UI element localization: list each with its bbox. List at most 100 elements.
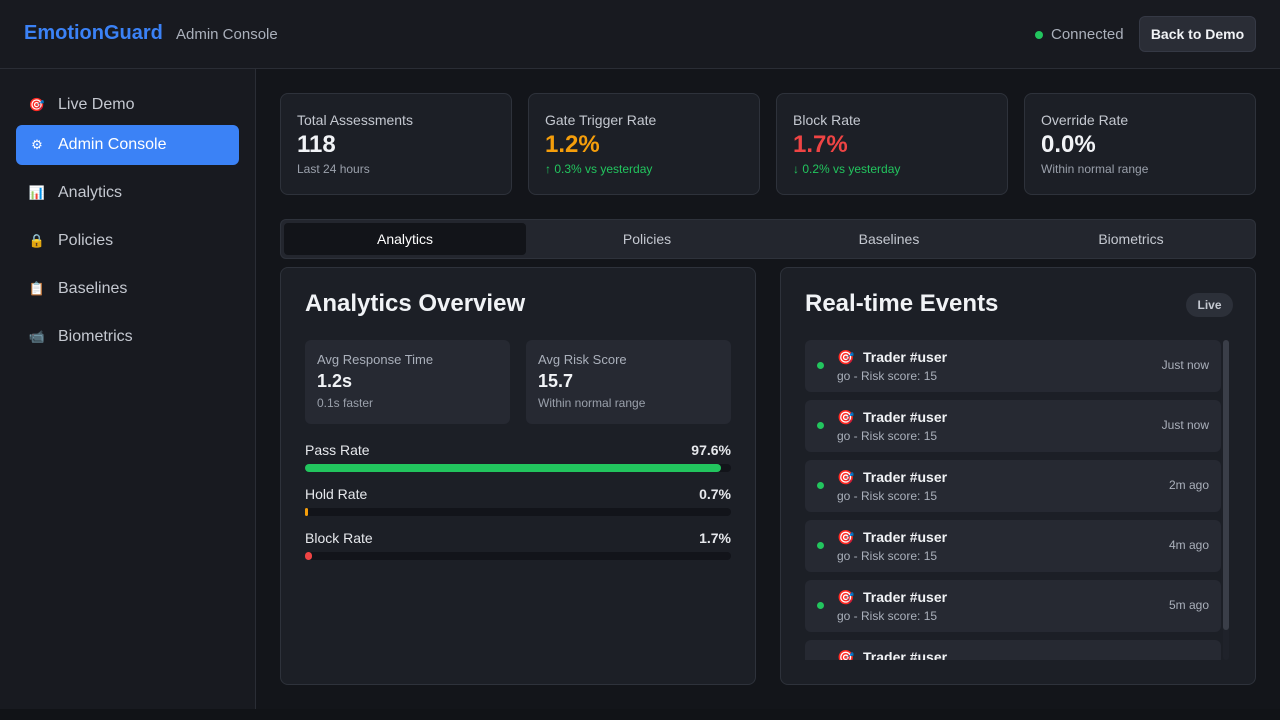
tab-policies[interactable]: Policies (526, 223, 768, 255)
stat-label: Override Rate (1041, 112, 1129, 128)
sidebar-item-baselines[interactable]: 📋 Baselines (16, 269, 239, 309)
rate-label: Block Rate (305, 530, 373, 546)
lock-icon: 🔒 (28, 233, 46, 248)
event-detail: go - Risk score: 15 (837, 549, 938, 563)
status-dot-icon (817, 362, 824, 369)
stat-value: 1.7% (793, 131, 848, 158)
list-item[interactable]: 🎯 Trader #user go - Risk score: 15 Just … (805, 400, 1221, 452)
bottom-strip (0, 709, 1280, 720)
event-detail: go - Risk score: 15 (837, 489, 938, 503)
stat-sub: ↑ 0.3% vs yesterday (545, 162, 653, 176)
target-icon: 🎯 (837, 469, 855, 485)
sidebar-item-label: Live Demo (58, 96, 135, 113)
events-list[interactable]: 🎯 Trader #user go - Risk score: 15 Just … (805, 340, 1231, 660)
sidebar-item-label: Biometrics (58, 328, 133, 345)
target-icon: 🎯 (837, 589, 855, 605)
top-bar: EmotionGuard Admin Console Connected Bac… (0, 0, 1280, 69)
stat-card-total-assessments: Total Assessments 118 Last 24 hours (280, 93, 512, 195)
list-item[interactable]: 🎯 Trader #user go - Risk score: 15 Just … (805, 340, 1221, 392)
event-detail: go - Risk score: 15 (837, 369, 938, 383)
panel-title: Analytics Overview (305, 290, 526, 317)
mini-value: 15.7 (538, 371, 574, 391)
sidebar-item-policies[interactable]: 🔒 Policies (16, 221, 239, 261)
sidebar-item-live-demo[interactable]: 🎯 Live Demo (16, 85, 239, 125)
stat-label: Block Rate (793, 112, 861, 128)
event-title: Trader #user (863, 409, 948, 425)
status-dot-icon (817, 602, 824, 609)
stat-sub: Last 24 hours (297, 162, 370, 176)
stat-sub: Within normal range (1041, 162, 1149, 176)
target-icon: 🎯 (837, 409, 855, 425)
event-time: 5m ago (1168, 598, 1209, 612)
stat-card-block-rate: Block Rate 1.7% ↓ 0.2% vs yesterday (776, 93, 1008, 195)
event-time: 2m ago (1168, 478, 1209, 492)
event-title: Trader #user (863, 349, 948, 365)
pass-rate-row: Pass Rate 97.6% (305, 442, 731, 472)
brand-logo[interactable]: EmotionGuard (24, 22, 163, 45)
block-rate-fill (305, 552, 313, 560)
event-time: Just now (1161, 358, 1209, 372)
tab-biometrics[interactable]: Biometrics (1010, 223, 1252, 255)
rate-label: Hold Rate (305, 486, 368, 502)
mini-label: Avg Risk Score (538, 352, 627, 367)
connection-status-label: Connected (1051, 26, 1124, 43)
status-dot-icon (817, 482, 824, 489)
events-scrollbar[interactable] (1223, 340, 1229, 660)
sidebar-item-label: Policies (58, 232, 114, 249)
sidebar-item-analytics[interactable]: 📊 Analytics (16, 173, 239, 213)
sidebar-item-label: Admin Console (58, 136, 167, 153)
header-subtitle: Admin Console (176, 26, 278, 43)
scrollbar-thumb[interactable] (1223, 340, 1229, 630)
clipboard-icon: 📋 (28, 281, 46, 296)
status-dot-icon (817, 422, 824, 429)
tab-analytics[interactable]: Analytics (284, 223, 526, 255)
stat-value: 0.0% (1041, 131, 1096, 158)
event-title: Trader #user (863, 529, 948, 545)
stat-label: Gate Trigger Rate (545, 112, 657, 128)
target-icon: 🎯 (837, 649, 855, 660)
list-item[interactable]: 🎯 Trader #user go - Risk score: 15 2m ag… (805, 460, 1221, 512)
mini-value: 1.2s (317, 371, 353, 391)
sidebar-item-admin-console[interactable]: ⚙ Admin Console (16, 125, 239, 165)
hold-rate-fill (305, 508, 308, 516)
sidebar-item-label: Analytics (58, 184, 123, 201)
hold-rate-bar (305, 508, 731, 516)
tab-bar: Analytics Policies Baselines Biometrics (280, 219, 1256, 259)
event-detail: go - Risk score: 15 (837, 609, 938, 623)
block-rate-bar (305, 552, 731, 560)
stat-label: Total Assessments (297, 112, 413, 128)
list-item[interactable]: 🎯 Trader #user (805, 640, 1221, 660)
avg-response-card: Avg Response Time 1.2s 0.1s faster (305, 340, 510, 424)
event-title: Trader #user (863, 589, 948, 605)
status-dot-icon (817, 542, 824, 549)
stat-card-gate-trigger-rate: Gate Trigger Rate 1.2% ↑ 0.3% vs yesterd… (528, 93, 760, 195)
stat-value: 118 (297, 131, 336, 158)
live-badge: Live (1186, 293, 1233, 317)
event-time: Just now (1161, 418, 1209, 432)
list-item[interactable]: 🎯 Trader #user go - Risk score: 15 4m ag… (805, 520, 1221, 572)
hold-rate-row: Hold Rate 0.7% (305, 486, 731, 516)
block-rate-row: Block Rate 1.7% (305, 530, 731, 560)
list-item[interactable]: 🎯 Trader #user go - Risk score: 15 5m ag… (805, 580, 1221, 632)
avg-risk-card: Avg Risk Score 15.7 Within normal range (526, 340, 731, 424)
stat-card-override-rate: Override Rate 0.0% Within normal range (1024, 93, 1256, 195)
status-dot-icon (1035, 30, 1043, 39)
event-title: Trader #user (863, 469, 948, 485)
stat-sub: ↓ 0.2% vs yesterday (793, 162, 901, 176)
gear-icon: ⚙ (31, 137, 43, 152)
target-icon: 🎯 (28, 97, 46, 112)
target-icon: 🎯 (837, 529, 855, 545)
mini-label: Avg Response Time (317, 352, 434, 367)
pass-rate-fill (305, 464, 721, 472)
mini-sub: Within normal range (538, 396, 646, 410)
sidebar-item-label: Baselines (58, 280, 128, 297)
mini-sub: 0.1s faster (317, 396, 374, 410)
sidebar-item-biometrics[interactable]: 📹 Biometrics (16, 317, 239, 357)
rate-value: 0.7% (699, 486, 731, 502)
back-to-demo-button[interactable]: Back to Demo (1139, 16, 1256, 52)
panel-title: Real-time Events (805, 290, 999, 317)
pass-rate-bar (305, 464, 731, 472)
connection-status: Connected (1035, 26, 1124, 43)
tab-baselines[interactable]: Baselines (768, 223, 1010, 255)
rate-value: 1.7% (699, 530, 731, 546)
